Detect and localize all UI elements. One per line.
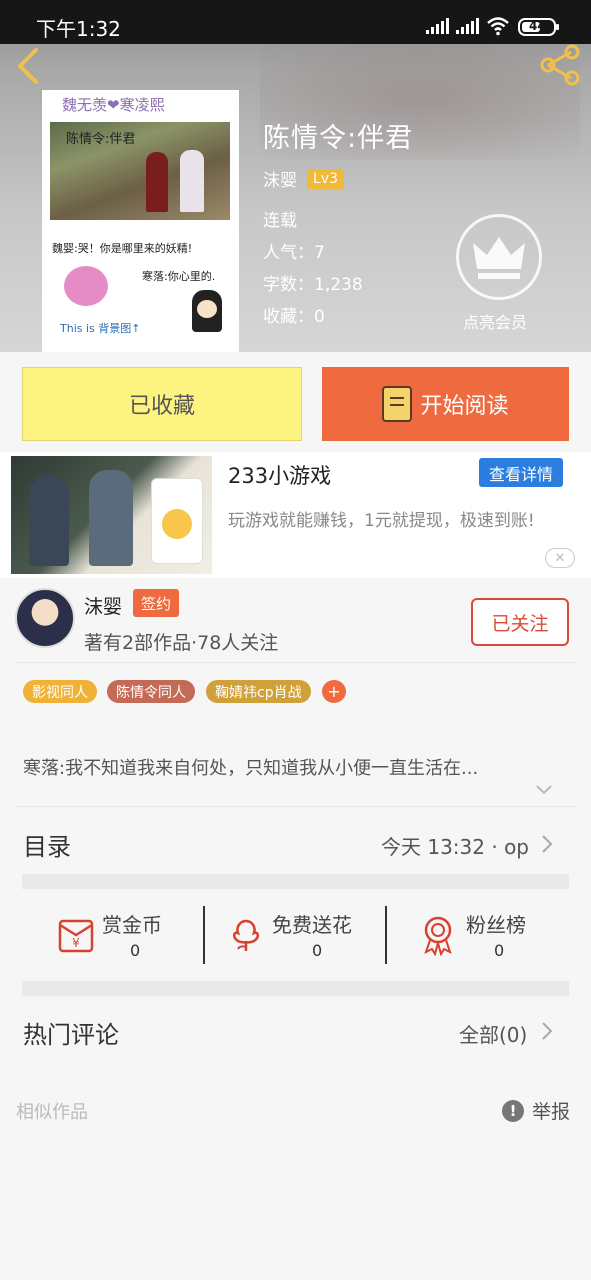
- book-header: 下午1:32 44 魏无羡❤寒凌熙 陈情令:伴君 魏婴:哭！你是哪里来的妖精! …: [0, 0, 591, 352]
- alert-icon: !: [502, 1099, 524, 1122]
- divider: [15, 662, 576, 663]
- report-button[interactable]: ! 举报: [502, 1097, 570, 1124]
- similar-works-title: 相似作品: [16, 1102, 88, 1123]
- share-icon[interactable]: [538, 44, 582, 86]
- ad-title[interactable]: 233小游戏: [228, 460, 331, 490]
- tag-label: 陈情令同人: [116, 684, 186, 701]
- reward-label: 赏金币: [102, 912, 162, 937]
- ad-banner[interactable]: 233小游戏 查看详情 玩游戏就能赚钱，1元就提现，极速到账! ✕: [0, 452, 591, 578]
- author-card-name[interactable]: 沫婴: [84, 592, 122, 619]
- divider: [15, 806, 576, 807]
- cover-doodle: [192, 290, 222, 332]
- svg-text:¥: ¥: [72, 936, 80, 950]
- chevron-right-icon[interactable]: [541, 834, 553, 854]
- reward-value: 0: [312, 941, 323, 960]
- reward-value: 0: [130, 941, 141, 960]
- divider: [385, 906, 387, 964]
- reward-value: 0: [494, 941, 505, 960]
- start-reading-button[interactable]: 开始阅读: [322, 367, 569, 441]
- reward-label: 免费送花: [272, 912, 352, 937]
- book-popularity: 人气：7: [263, 243, 325, 263]
- cover-line: This is 背景图↑: [60, 322, 141, 335]
- vip-crown-icon[interactable]: [456, 214, 542, 300]
- follow-button[interactable]: 已关注: [471, 598, 569, 646]
- battery-level: 44: [529, 19, 546, 33]
- book-status: 连载: [263, 211, 297, 231]
- ad-detail-label: 查看详情: [488, 464, 553, 484]
- cover-doodle: [64, 266, 108, 306]
- section-divider: [22, 981, 569, 996]
- tag-label: 鞠婧祎cp肖战: [215, 684, 302, 701]
- status-bar: 下午1:32 44: [0, 0, 591, 44]
- reward-label: 粉丝榜: [466, 912, 526, 937]
- tag-item[interactable]: 影视同人: [23, 680, 97, 703]
- close-icon[interactable]: ✕: [545, 548, 575, 568]
- award-medal-icon: [424, 916, 452, 956]
- ad-detail-button[interactable]: 查看详情: [479, 458, 563, 487]
- follow-button-label: 已关注: [491, 612, 549, 635]
- tag-item[interactable]: 鞠婧祎cp肖战: [206, 680, 311, 703]
- avatar[interactable]: [15, 588, 75, 648]
- tag-item[interactable]: 陈情令同人: [107, 680, 195, 703]
- reward-fans[interactable]: 粉丝榜: [420, 904, 526, 966]
- level-badge: Lv3: [307, 168, 344, 189]
- book-word-count: 字数：1,238: [263, 275, 363, 295]
- book-icon: [382, 386, 413, 422]
- red-envelope-icon: ¥: [58, 919, 94, 953]
- cover-line: 魏婴:哭！你是哪里来的妖精!: [52, 242, 193, 255]
- report-label: 举报: [532, 1101, 571, 1123]
- cover-line: 寒落:你心里的.: [142, 270, 216, 283]
- all-comments-link[interactable]: 全部(0): [459, 1019, 527, 1048]
- book-synopsis[interactable]: 寒落:我不知道我来自何处，只知道我从小便一直生活在...: [23, 754, 563, 780]
- book-title: 陈情令:伴君: [263, 123, 414, 154]
- ad-description: 玩游戏就能赚钱，1元就提现，极速到账!: [228, 511, 535, 531]
- ad-image[interactable]: [11, 456, 212, 574]
- signed-badge-label: 签约: [140, 594, 171, 613]
- signed-badge: 签约: [133, 589, 179, 617]
- book-favorites: 收藏：0: [263, 307, 325, 327]
- signal-icon-2: [456, 18, 479, 34]
- favorite-button-label: 已收藏: [128, 394, 195, 419]
- add-tag-button[interactable]: +: [322, 680, 346, 703]
- flower-icon: [233, 919, 259, 951]
- chevron-down-icon[interactable]: [536, 782, 552, 798]
- reward-flowers[interactable]: 免费送花: [228, 904, 352, 966]
- start-reading-label: 开始阅读: [420, 394, 509, 419]
- favorite-button[interactable]: 已收藏: [22, 367, 302, 441]
- toc-latest-update[interactable]: 今天 13:32 · op: [381, 831, 529, 860]
- author-card[interactable]: 沫婴 签约 著有2部作品·78人关注 已关注: [0, 578, 591, 668]
- divider: [203, 906, 205, 964]
- status-time: 下午1:32: [36, 17, 121, 41]
- chevron-right-icon[interactable]: [541, 1021, 553, 1041]
- cover-photo-caption: 陈情令:伴君: [66, 132, 136, 147]
- vip-label[interactable]: 点亮会员: [463, 309, 527, 333]
- hot-comments-title: 热门评论: [23, 1021, 119, 1049]
- wifi-icon: [487, 17, 509, 36]
- author-row: 沫婴 Lv3: [263, 166, 344, 191]
- book-cover[interactable]: 魏无羡❤寒凌熙 陈情令:伴君 魏婴:哭！你是哪里来的妖精! 寒落:你心里的. T…: [42, 90, 239, 352]
- battery-icon: 44: [518, 18, 559, 36]
- signal-icon: [426, 18, 449, 34]
- back-arrow-icon[interactable]: [12, 46, 48, 86]
- tag-label: 影视同人: [32, 684, 88, 701]
- toc-title[interactable]: 目录: [23, 827, 71, 862]
- author-stats: 著有2部作品·78人关注: [84, 632, 279, 654]
- reward-coins[interactable]: ¥ 赏金币: [56, 904, 162, 966]
- cover-title: 魏无羡❤寒凌熙: [62, 96, 165, 114]
- section-divider: [22, 874, 569, 889]
- cover-photo: 陈情令:伴君: [50, 122, 230, 220]
- author-name[interactable]: 沫婴: [263, 166, 297, 191]
